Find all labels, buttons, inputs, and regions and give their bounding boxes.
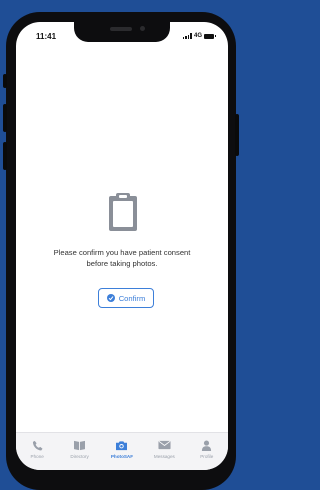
camera-icon (115, 439, 129, 451)
volume-up-button (3, 104, 7, 132)
tab-label: Phone (30, 454, 44, 459)
tab-bar: Phone Directory PhotoSAF Messages Profil… (16, 432, 228, 470)
tab-messages[interactable]: Messages (144, 439, 184, 459)
tab-label: Directory (70, 454, 89, 459)
confirm-button-label: Confirm (118, 293, 146, 303)
check-circle-icon (106, 294, 115, 302)
volume-down-button (3, 142, 7, 170)
tab-label: Messages (153, 454, 175, 459)
tab-label: Profile (200, 454, 214, 459)
book-icon (73, 439, 87, 451)
envelope-icon (157, 439, 171, 451)
phone-icon (30, 439, 44, 451)
person-icon (200, 439, 214, 451)
consent-message: Please confirm you have patient consent … (53, 248, 191, 268)
tab-profile[interactable]: Profile (187, 439, 227, 459)
clipboard-icon (109, 193, 137, 231)
app-screen: 11:41 4G Please confirm you have patient… (16, 22, 228, 470)
confirm-button[interactable]: Confirm (98, 288, 154, 308)
tab-phone[interactable]: Phone (17, 439, 57, 459)
power-button (235, 114, 239, 156)
tab-label: PhotoSAF (110, 454, 134, 459)
silent-switch (3, 74, 7, 88)
consent-panel: Please confirm you have patient consent … (16, 22, 228, 422)
tab-photosaf[interactable]: PhotoSAF (102, 439, 142, 459)
tab-directory[interactable]: Directory (60, 439, 100, 459)
